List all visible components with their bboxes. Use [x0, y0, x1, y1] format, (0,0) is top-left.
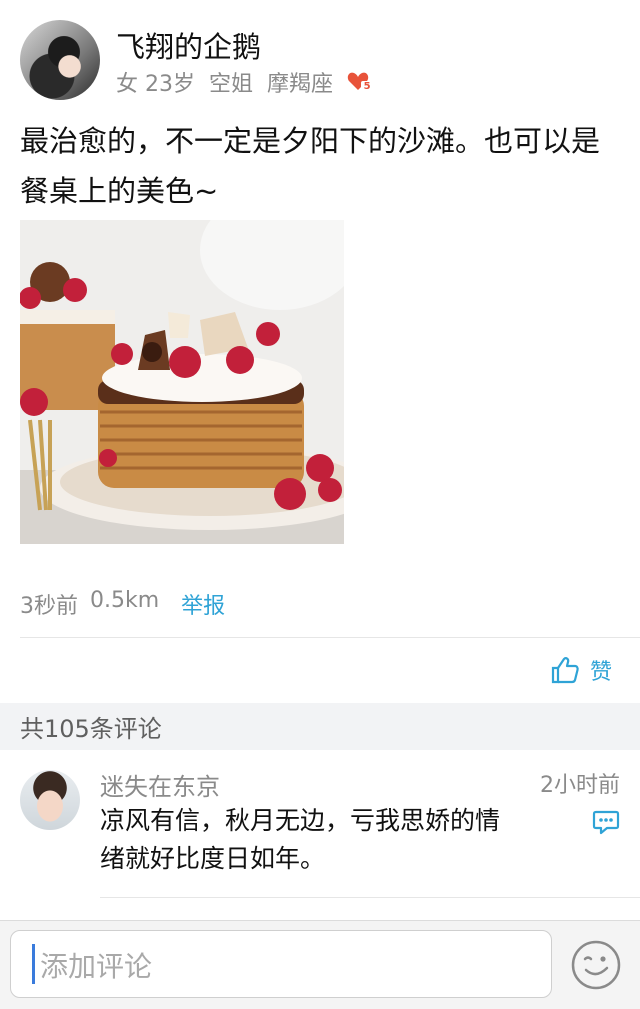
user-meta: 女 23岁 空姐 摩羯座 5 — [116, 66, 374, 98]
post-info: 3秒前 0.5km 举报 — [20, 588, 225, 620]
divider — [100, 897, 640, 898]
like-label: 赞 — [590, 660, 613, 685]
user-zodiac: 摩羯座 — [267, 72, 334, 97]
user-occupation: 空姐 — [209, 72, 254, 97]
comment-count: 共105条评论 — [20, 715, 162, 743]
wink-emoji-icon — [571, 940, 621, 990]
like-button[interactable]: 赞 — [550, 654, 612, 686]
post-image[interactable] — [20, 220, 344, 544]
text-caret — [32, 944, 35, 984]
post-time: 3秒前 — [20, 594, 78, 619]
heart-level-badge-icon: 5 — [347, 71, 374, 93]
post-text: 最治愈的，不一定是夕阳下的沙滩。也可以是餐桌上的美色~ — [20, 124, 601, 208]
comment-author[interactable]: 迷失在东京 — [100, 767, 220, 802]
reply-bubble-icon — [592, 810, 620, 835]
level-number: 5 — [361, 81, 374, 93]
user-avatar[interactable] — [20, 20, 100, 100]
divider — [20, 637, 640, 638]
report-link[interactable]: 举报 — [181, 588, 225, 620]
comment-avatar[interactable] — [20, 770, 80, 830]
user-gender-age: 女 23岁 — [116, 72, 196, 97]
comment-input[interactable] — [40, 946, 530, 986]
comment-time: 2小时前 — [540, 773, 620, 798]
post-distance: 0.5km — [90, 588, 160, 613]
thumbs-up-icon — [551, 657, 579, 684]
reply-button[interactable] — [592, 808, 620, 840]
crepe-cake-photo — [20, 220, 344, 544]
emoji-button[interactable] — [570, 939, 622, 995]
username[interactable]: 飞翔的企鹅 — [116, 24, 261, 66]
comment-text: 凉风有信，秋月无边，亏我思娇的情绪就好比度日如年。 — [100, 806, 501, 873]
